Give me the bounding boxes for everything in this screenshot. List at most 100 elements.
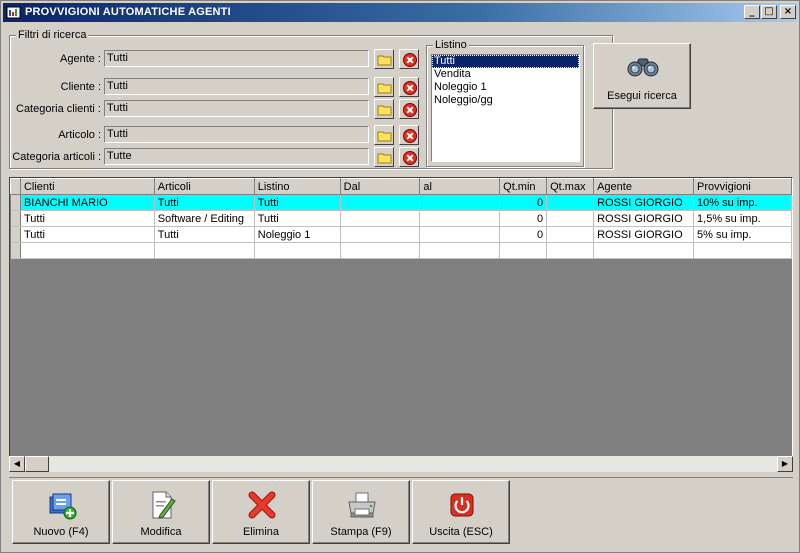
table-cell[interactable] — [340, 210, 421, 227]
categoria-articoli-field[interactable]: Tutte — [104, 148, 369, 165]
clear-icon — [403, 53, 417, 67]
articolo-field[interactable]: Tutti — [104, 126, 369, 143]
agente-field[interactable]: Tutti — [104, 50, 369, 67]
table-cell[interactable]: Tutti — [20, 210, 155, 227]
table-cell[interactable] — [546, 210, 595, 227]
table-cell[interactable]: 1,5% su imp. — [693, 210, 792, 227]
table-cell[interactable] — [546, 242, 595, 259]
table-cell[interactable] — [154, 242, 255, 259]
agente-browse-button[interactable] — [374, 49, 394, 69]
table-cell[interactable]: Software / Editing — [154, 210, 255, 227]
clear-icon — [403, 151, 417, 165]
table-cell[interactable] — [20, 242, 155, 259]
table-cell[interactable] — [419, 226, 501, 243]
column-header-provvigioni[interactable]: Provvigioni — [693, 178, 792, 195]
categoria-articoli-clear-button[interactable] — [399, 147, 419, 167]
restore-button[interactable]: □ — [761, 5, 777, 19]
bottom-toolbar: Nuovo (F4) Modifica Elimina Stampa (F9) … — [9, 477, 793, 547]
table-cell[interactable] — [419, 242, 501, 259]
scroll-thumb[interactable] — [25, 456, 49, 472]
table-cell[interactable]: 0 — [499, 194, 548, 211]
table-cell[interactable]: ROSSI GIORGIO — [593, 194, 695, 211]
table-row[interactable] — [10, 242, 792, 259]
listino-item[interactable]: Tutti — [432, 55, 579, 68]
categoria-clienti-browse-button[interactable] — [374, 99, 394, 119]
agente-label: Agente : — [60, 53, 101, 65]
modifica-button[interactable]: Modifica — [112, 480, 210, 544]
table-cell[interactable] — [340, 194, 421, 211]
table-cell[interactable] — [419, 210, 501, 227]
table-cell[interactable] — [593, 242, 695, 259]
column-header-clienti[interactable]: Clienti — [19, 178, 155, 195]
listino-item[interactable]: Vendita — [432, 68, 579, 81]
listino-item[interactable]: Noleggio 1 — [432, 81, 579, 94]
cliente-field[interactable]: Tutti — [104, 78, 369, 95]
table-cell[interactable]: Tutti — [154, 194, 255, 211]
table-cell[interactable]: Tutti — [254, 194, 341, 211]
table-cell[interactable] — [340, 242, 421, 259]
articolo-clear-button[interactable] — [399, 125, 419, 145]
scroll-left-button[interactable]: ◀ — [9, 456, 25, 472]
table-cell[interactable]: ROSSI GIORGIO — [593, 210, 695, 227]
table-row[interactable]: Tutti Tutti Noleggio 1 0 ROSSI GIORGIO 5… — [10, 226, 792, 243]
table-cell[interactable] — [340, 226, 421, 243]
categoria-clienti-field[interactable]: Tutti — [104, 100, 369, 117]
elimina-button[interactable]: Elimina — [212, 480, 310, 544]
table-cell[interactable] — [499, 242, 548, 259]
table-cell[interactable]: 10% su imp. — [693, 194, 792, 211]
table-cell[interactable]: BIANCHI MARIO — [20, 194, 155, 211]
table-cell[interactable] — [546, 194, 595, 211]
cliente-clear-button[interactable] — [399, 77, 419, 97]
table-cell[interactable] — [546, 226, 595, 243]
clear-icon — [403, 103, 417, 117]
column-header-articoli[interactable]: Articoli — [153, 178, 255, 195]
table-cell[interactable]: Tutti — [20, 226, 155, 243]
table-cell[interactable] — [254, 242, 341, 259]
column-header-qt-max[interactable]: Qt.max — [546, 178, 595, 195]
row-indicator[interactable] — [10, 194, 21, 211]
column-header-dal[interactable]: Dal — [339, 178, 421, 195]
search-button[interactable]: Esegui ricerca — [593, 43, 691, 109]
categoria-clienti-clear-button[interactable] — [399, 99, 419, 119]
column-header-listino[interactable]: Listino — [253, 178, 341, 195]
table-cell[interactable]: Tutti — [254, 210, 341, 227]
table-cell[interactable] — [693, 242, 792, 259]
close-button[interactable]: × — [780, 5, 796, 19]
app-icon — [6, 6, 21, 19]
column-header-agente[interactable]: Agente — [593, 178, 695, 195]
filters-legend: Filtri di ricerca — [16, 29, 89, 41]
listino-item[interactable]: Noleggio/gg — [432, 94, 579, 107]
column-header-al[interactable]: al — [419, 178, 501, 195]
table-cell[interactable]: 0 — [499, 210, 548, 227]
minimize-button[interactable]: _ — [744, 5, 760, 19]
cliente-browse-button[interactable] — [374, 77, 394, 97]
provvigioni-grid[interactable]: Clienti Articoli Listino Dal al Qt.min Q… — [9, 177, 793, 472]
table-cell[interactable]: 5% su imp. — [693, 226, 792, 243]
listino-listbox[interactable]: Tutti Vendita Noleggio 1 Noleggio/gg — [431, 54, 580, 162]
table-cell[interactable]: ROSSI GIORGIO — [593, 226, 695, 243]
table-cell[interactable]: Noleggio 1 — [254, 226, 341, 243]
nuovo-button[interactable]: Nuovo (F4) — [12, 480, 110, 544]
row-indicator[interactable] — [10, 242, 21, 259]
row-indicator[interactable] — [10, 226, 21, 243]
column-header-qt-min[interactable]: Qt.min — [499, 178, 548, 195]
row-indicator[interactable] — [10, 210, 21, 227]
table-row[interactable]: BIANCHI MARIO Tutti Tutti 0 ROSSI GIORGI… — [10, 194, 792, 211]
clear-icon — [403, 129, 417, 143]
categoria-articoli-browse-button[interactable] — [374, 147, 394, 167]
title-bar[interactable]: PROVVIGIONI AUTOMATICHE AGENTI _ □ × — [3, 3, 797, 22]
table-row[interactable]: Tutti Software / Editing Tutti 0 ROSSI G… — [10, 210, 792, 227]
printer-icon — [348, 492, 376, 518]
scroll-right-button[interactable]: ▶ — [777, 456, 793, 472]
horizontal-scrollbar[interactable]: ◀ ▶ — [9, 456, 793, 472]
agente-clear-button[interactable] — [399, 49, 419, 69]
table-cell[interactable]: 0 — [499, 226, 548, 243]
uscita-button[interactable]: Uscita (ESC) — [412, 480, 510, 544]
stampa-button[interactable]: Stampa (F9) — [312, 480, 410, 544]
table-cell[interactable] — [419, 194, 501, 211]
articolo-browse-button[interactable] — [374, 125, 394, 145]
table-cell[interactable]: Tutti — [154, 226, 255, 243]
arrow-right-icon: ▶ — [781, 459, 789, 468]
categoria-clienti-label: Categoria clienti : — [16, 103, 101, 115]
articolo-label: Articolo : — [58, 129, 101, 141]
